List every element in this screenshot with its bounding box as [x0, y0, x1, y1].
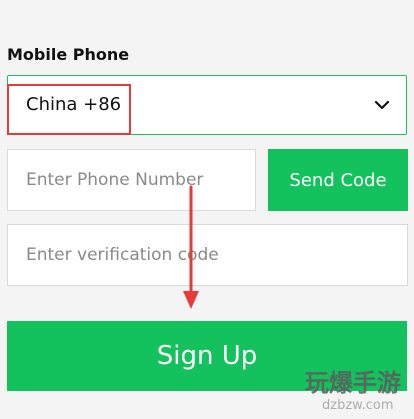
phone-number-input[interactable]: Enter Phone Number — [7, 149, 256, 211]
watermark-url: dzbzw.com — [322, 398, 394, 413]
send-code-button[interactable]: Send Code — [268, 149, 408, 211]
arrow-down-icon — [183, 185, 199, 309]
annotation-highlight-box — [7, 84, 131, 135]
watermark-logo: 玩爆手游 — [305, 369, 401, 397]
chevron-down-icon — [374, 100, 390, 110]
verification-code-input[interactable]: Enter verification code — [7, 224, 408, 286]
mobile-phone-label: Mobile Phone — [7, 45, 130, 64]
